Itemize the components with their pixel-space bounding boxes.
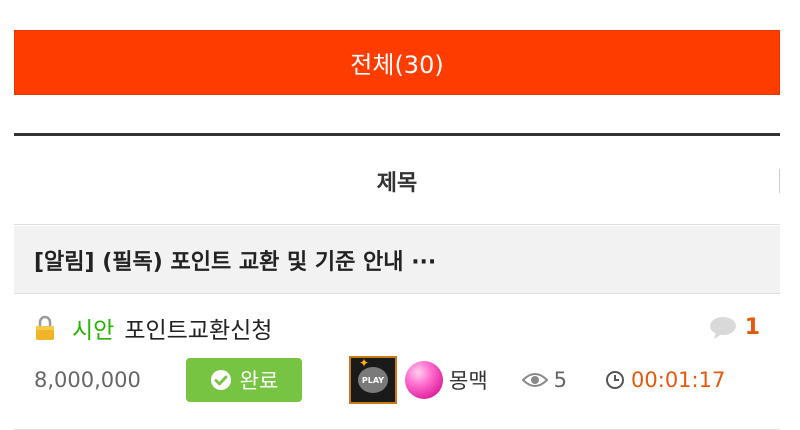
post-price: 8,000,000: [34, 368, 141, 392]
star-icon: ✦: [359, 356, 370, 370]
post-category[interactable]: 시안: [72, 311, 114, 345]
level-orb-icon: [405, 361, 443, 399]
column-header-label: 제목: [376, 170, 418, 196]
notice-title[interactable]: [알림] (필독) 포인트 교환 및 기준 안내 ···: [34, 244, 436, 276]
view-count: 5: [521, 368, 568, 392]
column-separator: [779, 169, 780, 193]
post-time-value: 00:01:17: [631, 368, 726, 392]
lock-icon: [34, 315, 56, 341]
table-top-divider: [14, 133, 780, 136]
comment-count-value: 1: [744, 315, 760, 340]
notice-row[interactable]: [알림] (필독) 포인트 교환 및 기준 안내 ···: [14, 226, 780, 294]
status-label: 완료: [239, 369, 279, 393]
author-nickname[interactable]: 몽맥: [449, 365, 488, 395]
tab-all[interactable]: 전체(30): [14, 30, 780, 95]
status-badge: 완료: [186, 358, 302, 402]
post-title-line[interactable]: 시안 포인트교환신청: [34, 311, 272, 345]
post-meta: 8,000,000 완료 ✦ PLAY 몽맥 5 00:01:17: [34, 356, 774, 404]
post-title[interactable]: 포인트교환신청: [124, 311, 272, 345]
check-circle-icon: [210, 370, 231, 390]
clock-icon: [606, 371, 625, 389]
comment-count[interactable]: 1: [709, 315, 760, 340]
eye-icon: [521, 373, 548, 387]
play-label: PLAY: [358, 367, 388, 393]
view-count-value: 5: [553, 368, 568, 392]
column-header-title: 제목: [14, 137, 780, 225]
table-row[interactable]: 시안 포인트교환신청 1 8,000,000 완료 ✦ PLAY 몽맥 5 00…: [14, 295, 780, 430]
comment-bubble-icon: [709, 316, 736, 339]
post-time: 00:01:17: [605, 368, 725, 392]
play-badge-icon: ✦ PLAY: [349, 356, 397, 404]
